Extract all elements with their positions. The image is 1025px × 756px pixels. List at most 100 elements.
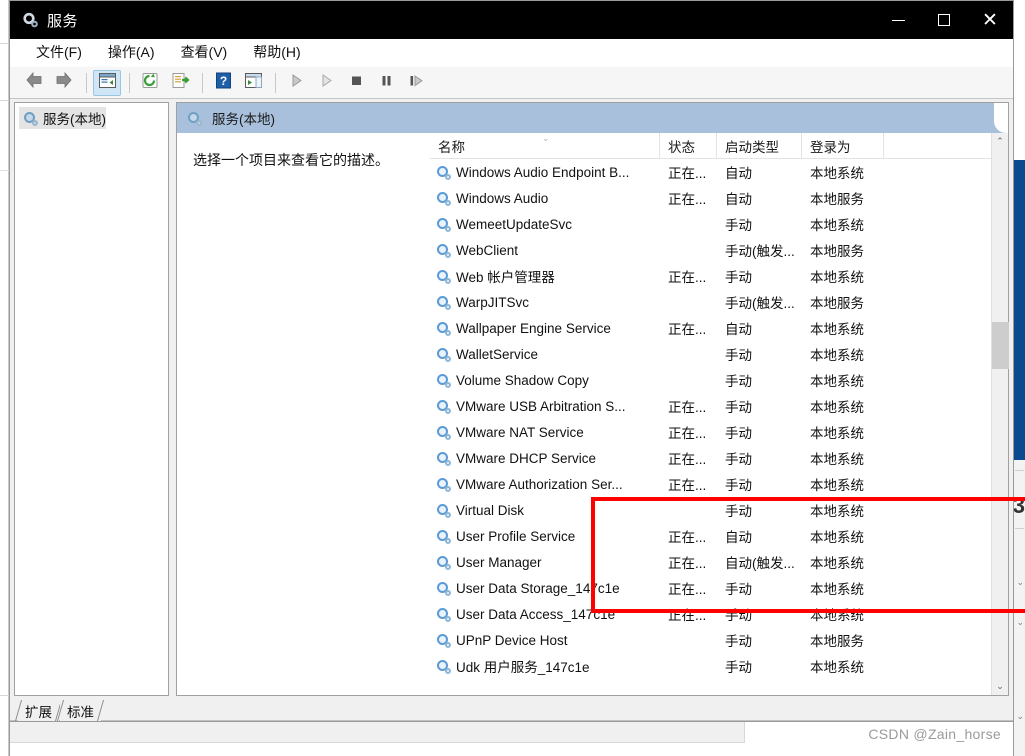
resume-service-button[interactable] (312, 70, 340, 96)
restart-service-button[interactable] (402, 70, 430, 96)
table-row[interactable]: WarpJITSvc 手动(触发... 本地服务 (430, 289, 991, 315)
show-action-pane-button[interactable] (239, 70, 267, 96)
column-header-startup-type[interactable]: 启动类型 (717, 133, 802, 159)
service-status-cell: 正在... (668, 166, 707, 181)
scrollbar-track[interactable] (991, 150, 1009, 678)
maximize-button[interactable] (921, 1, 967, 39)
table-row[interactable]: User Profile Service 正在... 自动 本地系统 (430, 523, 991, 549)
console-tree-icon (98, 72, 117, 94)
table-row[interactable]: Virtual Disk 手动 本地系统 (430, 497, 991, 523)
service-name-cell: Volume Shadow Copy (430, 373, 660, 388)
export-list-button[interactable] (166, 70, 194, 96)
service-name-text: WemeetUpdateSvc (456, 216, 573, 232)
table-row[interactable]: User Manager 正在... 自动(触发... 本地系统 (430, 549, 991, 575)
table-row[interactable]: WemeetUpdateSvc 手动 本地系统 (430, 211, 991, 237)
title-bar[interactable]: 服务 ✕ (10, 1, 1013, 39)
help-button[interactable]: ? (209, 70, 237, 96)
stop-service-button[interactable] (342, 70, 370, 96)
listview-vertical-scrollbar[interactable]: ⌃ ⌄ (991, 133, 1009, 695)
menu-file[interactable]: 文件(F) (26, 39, 92, 65)
table-row[interactable]: Windows Audio 正在... 自动 本地服务 (430, 185, 991, 211)
service-name-text: Virtual Disk (456, 502, 525, 518)
gear-icon (436, 321, 451, 336)
service-status-cell: 正在... (668, 400, 707, 415)
service-name-cell: User Data Storage_147c1e (430, 581, 660, 596)
service-name-text: User Profile Service (456, 528, 576, 544)
service-name-text: User Data Access_147c1e (456, 606, 616, 622)
tab-extended[interactable]: 扩展 (18, 700, 59, 721)
play-icon (289, 73, 304, 93)
close-icon: ✕ (982, 9, 998, 31)
table-row[interactable]: VMware DHCP Service 正在... 手动 本地系统 (430, 445, 991, 471)
table-row[interactable]: Windows Audio Endpoint B... 正在... 自动 本地系统 (430, 159, 991, 185)
service-name-text: UPnP Device Host (456, 632, 568, 648)
gear-icon (187, 111, 202, 126)
menu-help[interactable]: 帮助(H) (243, 39, 310, 65)
service-name-text: Volume Shadow Copy (456, 372, 589, 388)
tree-node-services-local[interactable]: 服务(本地) (19, 107, 106, 129)
refresh-button[interactable] (136, 70, 164, 96)
table-row[interactable]: VMware Authorization Ser... 正在... 手动 本地系统 (430, 471, 991, 497)
table-row[interactable]: VMware USB Arbitration S... 正在... 手动 本地系统 (430, 393, 991, 419)
gear-icon (436, 373, 451, 388)
gear-icon (436, 607, 451, 622)
service-name-cell: WemeetUpdateSvc (430, 217, 660, 232)
service-status-cell: 正在... (668, 426, 707, 441)
pause-service-button[interactable] (372, 70, 400, 96)
service-status-cell: 正在... (668, 608, 707, 623)
table-row[interactable]: User Data Storage_147c1e 正在... 手动 本地系统 (430, 575, 991, 601)
table-row[interactable]: VMware NAT Service 正在... 手动 本地系统 (430, 419, 991, 445)
service-name-text: WebClient (456, 242, 519, 258)
scroll-up-button[interactable]: ⌃ (992, 133, 1009, 150)
gear-icon (436, 347, 451, 362)
service-name-text: Windows Audio (456, 190, 549, 206)
service-logon-cell: 本地系统 (810, 530, 864, 545)
chevron-down-icon: ⌄ (1016, 617, 1024, 627)
gear-icon (436, 529, 451, 544)
column-header-log-on-as[interactable]: 登录为 (802, 133, 884, 159)
table-row[interactable]: Volume Shadow Copy 手动 本地系统 (430, 367, 991, 393)
scrollbar-thumb[interactable] (991, 322, 1009, 369)
table-row[interactable]: Wallpaper Engine Service 正在... 自动 本地系统 (430, 315, 991, 341)
service-name-text: User Data Storage_147c1e (456, 580, 620, 596)
table-row[interactable]: UPnP Device Host 手动 本地服务 (430, 627, 991, 653)
service-startup-type-cell: 手动 (725, 452, 752, 467)
toolbar-separator (129, 72, 130, 93)
content-header: 服务(本地) (177, 103, 1008, 133)
background-divider (1015, 470, 1024, 471)
menu-action[interactable]: 操作(A) (98, 39, 165, 65)
start-service-button[interactable] (282, 70, 310, 96)
column-header-status[interactable]: 状态 (660, 133, 717, 159)
table-row[interactable]: WebClient 手动(触发... 本地服务 (430, 237, 991, 263)
forward-button[interactable] (50, 70, 78, 96)
tabstrip-divider (10, 720, 1013, 721)
minimize-button[interactable] (875, 1, 921, 39)
service-startup-type-cell: 手动 (725, 608, 752, 623)
menu-view[interactable]: 查看(V) (171, 39, 238, 65)
sort-indicator-icon: ⌄ (542, 133, 550, 143)
table-row[interactable]: User Data Access_147c1e 正在... 手动 本地系统 (430, 601, 991, 627)
toolbar-separator (202, 72, 203, 93)
service-logon-cell: 本地服务 (810, 244, 864, 259)
service-startup-type-cell: 手动 (725, 400, 752, 415)
content-main: 选择一个项目来查看它的描述。 ⌄ 名称 状态 启动类型 登录为 Windows … (177, 133, 1009, 695)
table-row[interactable]: Web 帐户管理器 正在... 手动 本地系统 (430, 263, 991, 289)
tab-standard[interactable]: 标准 (60, 700, 101, 721)
gear-icon (436, 295, 451, 310)
export-list-icon (171, 72, 190, 94)
table-row[interactable]: Udk 用户服务_147c1e 手动 本地系统 (430, 653, 991, 679)
service-name-cell: UPnP Device Host (430, 633, 660, 648)
gear-icon (436, 217, 451, 232)
show-hide-console-tree-button[interactable] (93, 69, 121, 96)
close-button[interactable]: ✕ (967, 1, 1013, 39)
service-status-cell: 正在... (668, 478, 707, 493)
service-startup-type-cell: 手动 (725, 218, 752, 233)
content-pane: 服务(本地) 选择一个项目来查看它的描述。 ⌄ 名称 状态 启动类型 登录为 W… (176, 102, 1025, 696)
scroll-down-button[interactable]: ⌄ (992, 678, 1009, 695)
service-name-cell: VMware USB Arbitration S... (430, 399, 660, 414)
gear-icon (436, 191, 451, 206)
service-startup-type-cell: 手动 (725, 426, 752, 441)
back-button[interactable] (20, 70, 48, 96)
table-row[interactable]: WalletService 手动 本地系统 (430, 341, 991, 367)
action-pane-icon (244, 72, 263, 94)
